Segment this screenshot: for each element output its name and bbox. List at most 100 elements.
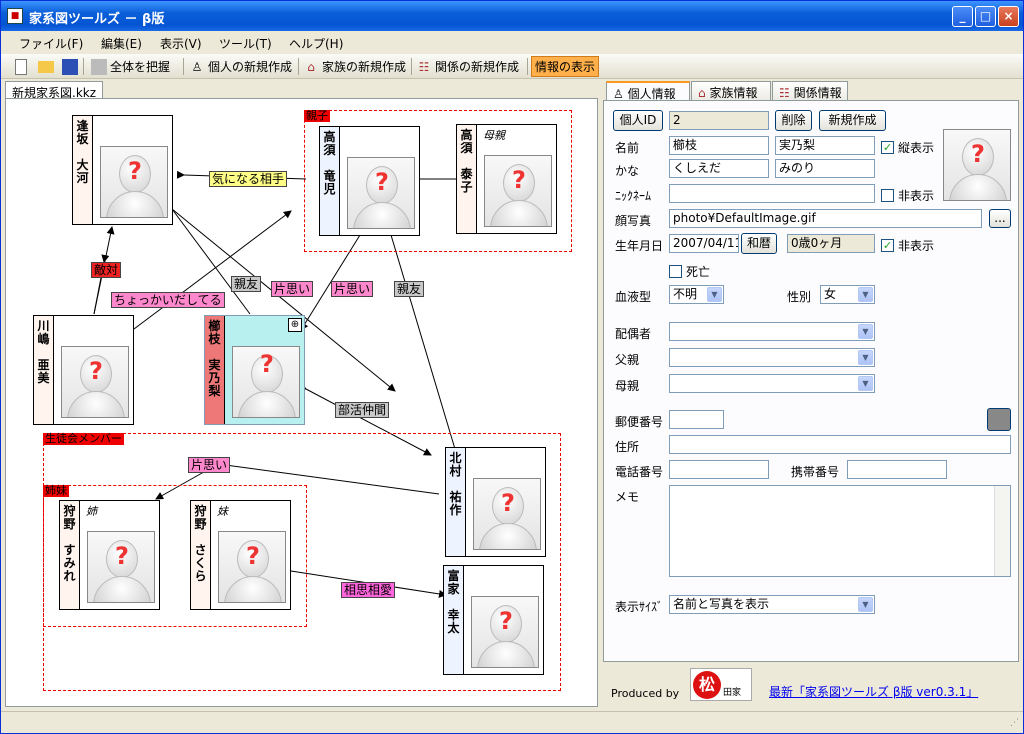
father-select[interactable]: ▼ [669, 348, 875, 367]
person-card[interactable]: 北 村祐 作 ? [445, 447, 546, 557]
relation-label[interactable]: 敵対 [91, 262, 122, 278]
open-folder-button[interactable] [38, 56, 57, 77]
memo-label: メモ [615, 490, 640, 504]
tab-family[interactable]: ⌂ 家族情報 [691, 81, 771, 100]
map-icon[interactable] [987, 408, 1011, 431]
save-button[interactable] [62, 56, 81, 77]
mobile-input[interactable] [847, 460, 947, 479]
blood-type-select[interactable]: 不明 ▼ [669, 285, 724, 304]
show-info-button[interactable]: 情報の表示 [531, 56, 600, 77]
person-card[interactable]: 逢 坂大 河 ? [72, 115, 173, 225]
person-name: 北 村祐 作 [446, 448, 466, 556]
person-role: 姉 [86, 505, 97, 518]
family-tree-canvas[interactable]: 親子 生徒会メンバー 姉妹 逢 坂大 河 ? 高 須竜 児 ? 高 須泰 子 母… [5, 98, 598, 707]
relation-label[interactable]: ちょっかいだしてる [111, 292, 225, 308]
person-name: 富 家幸 太 [444, 566, 464, 674]
scrollbar[interactable] [994, 486, 1010, 576]
memo-textarea[interactable] [669, 485, 1011, 577]
blood-type-label: 血液型 [615, 290, 652, 304]
mother-select[interactable]: ▼ [669, 374, 875, 393]
move-icon[interactable]: ⊕ [288, 318, 302, 332]
spouse-select[interactable]: ▼ [669, 322, 875, 341]
tab-personal[interactable]: ♙ 個人情報 [606, 81, 690, 101]
person-role: 妹 [217, 505, 228, 518]
relation-label[interactable]: 親友 [394, 281, 425, 297]
group-label: 親子 [304, 109, 330, 122]
relation-label[interactable]: 親友 [231, 276, 262, 292]
person-card[interactable]: 狩 野す み れ 姉 ? [59, 500, 160, 610]
person-card[interactable]: 狩 野さ く ら 妹 ? [190, 500, 291, 610]
new-family-button[interactable]: ⌂ 家族の新規作成 [303, 56, 406, 77]
given-kana-input[interactable]: みのり [775, 159, 875, 178]
new-relation-label: 関係の新規作成 [435, 60, 520, 74]
person-card-selected[interactable]: 櫛 枝実 乃 梨 ⊕ ? [204, 315, 305, 425]
person-card[interactable]: 高 須泰 子 母親 ? [456, 124, 557, 234]
menu-view[interactable]: 表示(V) [160, 35, 202, 52]
sex-label: 性別 [787, 290, 812, 304]
relation-label[interactable]: 相思相愛 [341, 582, 396, 598]
family-name: 高 須 [323, 130, 336, 157]
chevron-down-icon: ▼ [858, 350, 873, 365]
question-icon: ? [501, 489, 515, 517]
question-icon: ? [375, 168, 389, 196]
family-name-input[interactable]: 櫛枝 [669, 136, 769, 155]
new-file-button[interactable] [15, 56, 30, 77]
person-name: 川 嶋亜 美 [34, 316, 54, 424]
overview-button[interactable]: 全体を把握 [91, 56, 170, 77]
postal-code-input[interactable] [669, 410, 724, 429]
birth-date-input[interactable]: 2007/04/11 [669, 234, 739, 253]
minimize-button[interactable]: _ [952, 6, 973, 27]
mother-label: 母親 [615, 379, 640, 393]
relation-label[interactable]: 片思い [271, 281, 314, 297]
close-button[interactable]: × [998, 6, 1019, 27]
person-card[interactable]: 富 家幸 太 ? [443, 565, 544, 675]
menu-edit[interactable]: 編集(E) [101, 35, 142, 52]
document-tab[interactable]: 新規家系図.kkz [5, 81, 104, 100]
new-create-button[interactable]: 新規作成 [819, 110, 886, 131]
given-name-input[interactable]: 実乃梨 [775, 136, 875, 155]
person-card[interactable]: 高 須竜 児 ? [319, 126, 420, 236]
producer-logo[interactable]: 松 田家 [690, 668, 752, 701]
menu-file[interactable]: ファイル(F) [19, 35, 83, 52]
photo-path-input[interactable]: photo¥DefaultImage.gif [669, 209, 982, 228]
sex-select[interactable]: 女 ▼ [820, 285, 875, 304]
delete-button[interactable]: 削除 [775, 110, 812, 131]
maximize-button[interactable]: □ [975, 6, 996, 27]
new-person-button[interactable]: ♙ 個人の新規作成 [189, 56, 292, 77]
wareki-button[interactable]: 和暦 [741, 233, 777, 254]
checkbox-unchecked-icon [669, 265, 682, 278]
birth-hide-checkbox[interactable]: ✓ 非表示 [881, 237, 934, 254]
question-icon: ? [512, 166, 526, 194]
toolbar-separator [527, 58, 528, 75]
resize-grip-icon[interactable]: ⋰ [1010, 718, 1019, 728]
relation-label[interactable]: 片思い [188, 457, 231, 473]
family-name: 狩 野 [63, 504, 76, 531]
person-id-button[interactable]: 個人ID [613, 110, 663, 131]
menu-help[interactable]: ヘルプ(H) [289, 35, 343, 52]
latest-version-link[interactable]: 最新「家系図ツールズ β版 ver0.3.1」 [769, 683, 978, 700]
person-id-field: 2 [669, 111, 769, 130]
relation-label[interactable]: 片思い [331, 281, 374, 297]
checkbox-unchecked-icon [881, 189, 894, 202]
vertical-display-checkbox[interactable]: ✓ 縦表示 [881, 139, 934, 156]
profile-photo[interactable]: ? [943, 129, 1011, 201]
family-name: 逢 坂 [76, 119, 89, 146]
phone-input[interactable] [669, 460, 769, 479]
relation-label[interactable]: 部活仲間 [335, 402, 390, 418]
address-input[interactable] [669, 435, 1011, 454]
display-size-select[interactable]: 名前と写真を表示 ▼ [669, 595, 875, 614]
person-card[interactable]: 川 嶋亜 美 ? [33, 315, 134, 425]
menu-tools[interactable]: ツール(T) [219, 35, 272, 52]
photo-placeholder: ? [100, 146, 168, 218]
nickname-hide-checkbox[interactable]: 非表示 [881, 187, 934, 204]
tab-relation[interactable]: ☷ 関係情報 [772, 81, 848, 100]
browse-button[interactable]: ... [989, 209, 1011, 228]
family-kana-input[interactable]: くしえだ [669, 159, 769, 178]
nickname-input[interactable] [669, 184, 875, 203]
dead-checkbox[interactable]: 死亡 [669, 263, 710, 280]
new-relation-button[interactable]: ☷ 関係の新規作成 [416, 56, 519, 77]
display-size-label: 表示ｻｲｽﾞ [615, 600, 664, 614]
personal-info-panel: 個人ID 2 削除 新規作成 名前 櫛枝 実乃梨 ✓ 縦表示 かな くしえだ みの… [603, 100, 1019, 662]
relation-label[interactable]: 気になる相手 [209, 171, 288, 187]
chevron-down-icon: ▼ [707, 287, 722, 302]
